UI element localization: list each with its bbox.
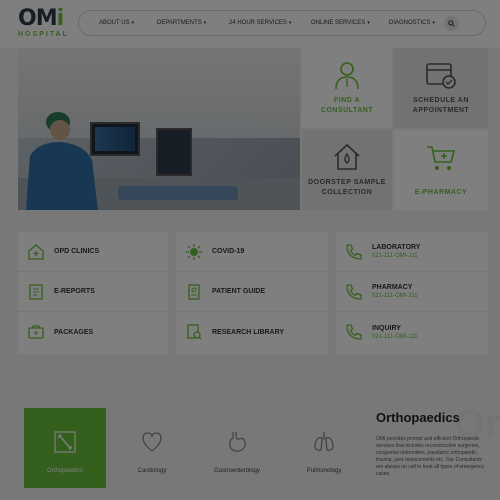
inquiry-contact[interactable]: INQUIRY 021-111-OMI-111 <box>336 312 488 352</box>
home-sample-icon <box>334 143 360 170</box>
doctor-icon <box>335 62 359 90</box>
lungs-icon <box>314 432 334 451</box>
e-pharmacy-tile[interactable]: E-PHARMACY <box>394 130 488 210</box>
cart-plus-icon <box>427 146 456 170</box>
heart-icon <box>142 432 162 452</box>
specialty-orthopaedics[interactable]: Orthopaedics <box>24 408 106 488</box>
research-library-link[interactable]: RESEARCH LIBRARY <box>176 312 328 352</box>
quick-links-group-1: OPD CLINICS E-REPORTS PACKAGES <box>18 232 168 354</box>
schedule-appointment-tile[interactable]: SCHEDULE AN APPOINTMENT <box>394 48 488 128</box>
phone-icon <box>346 283 362 300</box>
e-reports-link[interactable]: E-REPORTS <box>18 272 168 312</box>
search-icon <box>448 20 455 27</box>
specialty-pulmonology[interactable]: Pulmonology <box>284 408 364 488</box>
site-header: OMi HOSPITAL ABOUT US ▾ DEPARTMENTS ▾ 24 H… <box>0 0 500 48</box>
doorstep-sample-tile[interactable]: DOORSTEP SAMPLE COLLECTION <box>302 130 392 210</box>
nav-about-us[interactable]: ABOUT US ▾ <box>99 20 134 26</box>
specialty-title: Orthopaedics <box>376 410 460 425</box>
surgeon-figure <box>26 112 98 210</box>
phone-icon <box>346 243 362 260</box>
briefcase-icon <box>28 325 44 339</box>
find-consultant-tile[interactable]: FIND A CONSULTANT <box>302 48 392 128</box>
specialty-gastroenterology[interactable]: Gastroenterology <box>196 408 278 488</box>
nav-24-hour-services[interactable]: 24 HOUR SERVICES ▾ <box>229 20 291 26</box>
monitor-shape <box>156 128 192 176</box>
nav-diagnostics[interactable]: DIAGNOSTICS ▾ <box>389 20 435 26</box>
covid-19-link[interactable]: COVID-19 <box>176 232 328 272</box>
guide-icon <box>188 283 200 300</box>
library-icon <box>187 324 202 340</box>
hero-image-surgery <box>18 48 300 210</box>
calendar-check-icon <box>426 63 456 89</box>
bed-shape <box>118 186 238 200</box>
report-icon <box>29 283 43 300</box>
virus-icon <box>186 243 202 260</box>
patient-guide-link[interactable]: PATIENT GUIDE <box>176 272 328 312</box>
specialty-description: OMI provides prompt and efficient Orthop… <box>376 436 485 477</box>
omi-logo[interactable]: OMi HOSPITAL <box>18 8 70 42</box>
quick-links-group-3: LABORATORY 021-111-OMI-111 PHARMACY 021-11… <box>336 232 488 354</box>
stomach-icon <box>229 432 246 452</box>
nav-online-services[interactable]: ONLINE SERVICES ▾ <box>311 20 370 26</box>
laboratory-contact[interactable]: LABORATORY 021-111-OMI-111 <box>336 232 488 272</box>
quick-links-group-2: COVID-19 PATIENT GUIDE RESEARCH LIBRARY <box>176 232 328 354</box>
packages-link[interactable]: PACKAGES <box>18 312 168 352</box>
pharmacy-contact[interactable]: PHARMACY 021-111-OMI-111 <box>336 272 488 312</box>
main-nav: ABOUT US ▾ DEPARTMENTS ▾ 24 HOUR SERVICES ▾… <box>78 10 486 36</box>
phone-icon <box>346 324 362 340</box>
opd-clinics-link[interactable]: OPD CLINICS <box>18 232 168 272</box>
nav-departments[interactable]: DEPARTMENTS ▾ <box>157 20 206 26</box>
clinic-icon <box>28 243 44 260</box>
search-button[interactable] <box>444 16 459 31</box>
specialty-cardiology[interactable]: Cardiology <box>112 408 192 488</box>
bone-icon <box>54 431 76 453</box>
